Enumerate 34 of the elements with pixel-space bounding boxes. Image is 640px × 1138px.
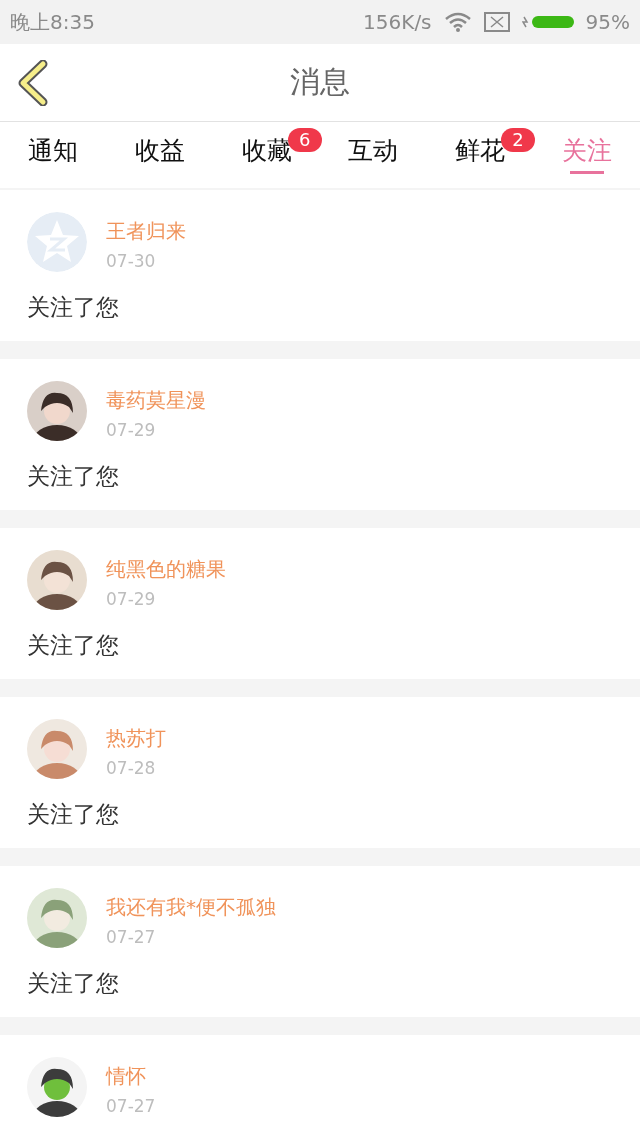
message-date: 07-28 bbox=[106, 758, 157, 778]
tab[interactable]: 收益 bbox=[106, 122, 214, 188]
message-date: 07-29 bbox=[106, 420, 157, 440]
default-avatar-icon bbox=[27, 212, 87, 272]
message-date: 07-30 bbox=[106, 251, 157, 271]
user-name: 毒药莫星漫 bbox=[106, 387, 206, 414]
message-text: 关注了您 bbox=[27, 800, 120, 829]
user-name: 我还有我*便不孤独 bbox=[106, 894, 276, 921]
battery-percent: 95% bbox=[585, 10, 630, 34]
message-card[interactable]: 王者归来 07-30 关注了您 bbox=[0, 190, 640, 341]
message-card[interactable]: 热苏打 07-28 关注了您 bbox=[0, 697, 640, 848]
status-time: 晚上8:35 bbox=[10, 8, 95, 36]
tab[interactable]: 鲜花 2 bbox=[426, 122, 534, 188]
tab[interactable]: 互动 bbox=[320, 122, 427, 188]
message-text: 关注了您 bbox=[27, 462, 120, 491]
message-date: 07-27 bbox=[106, 1096, 156, 1116]
tab[interactable]: 通知 bbox=[0, 122, 107, 188]
sim-icon bbox=[483, 12, 510, 32]
network-speed: 156K/s bbox=[363, 10, 432, 34]
message-text: 关注了您 bbox=[27, 631, 120, 660]
message-text: 关注了您 bbox=[27, 969, 120, 998]
message-card[interactable]: 纯黑色的糖果 07-29 关注了您 bbox=[0, 528, 640, 679]
wifi-icon bbox=[443, 12, 472, 32]
battery-icon bbox=[521, 15, 574, 29]
user-name: 王者归来 bbox=[106, 218, 186, 245]
user-name: 纯黑色的糖果 bbox=[106, 556, 226, 583]
message-date: 07-29 bbox=[106, 589, 157, 609]
user-name: 情怀 bbox=[106, 1063, 147, 1090]
message-card[interactable]: 我还有我*便不孤独 07-27 关注了您 bbox=[0, 866, 640, 1017]
page-title: 消息 bbox=[290, 63, 350, 101]
message-card[interactable]: 毒药莫星漫 07-29 关注了您 bbox=[0, 359, 640, 510]
message-text: 关注了您 bbox=[27, 293, 120, 322]
user-name: 热苏打 bbox=[106, 725, 166, 752]
message-date: 07-27 bbox=[106, 927, 157, 947]
